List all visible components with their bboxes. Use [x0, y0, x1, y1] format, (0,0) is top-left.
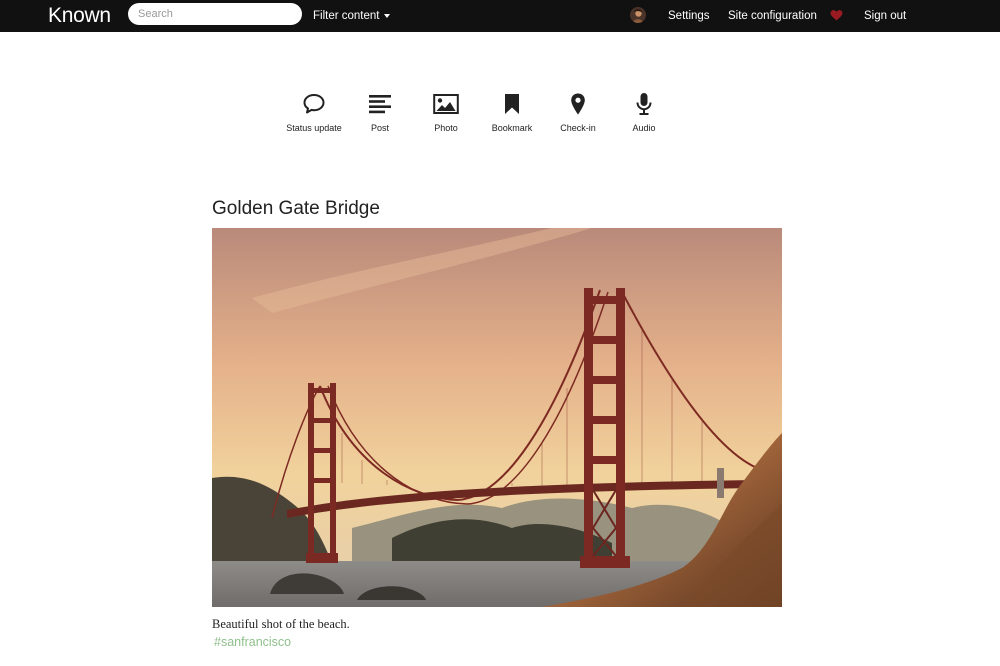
settings-link[interactable]: Settings [668, 9, 710, 23]
search-input[interactable] [128, 3, 302, 25]
align-left-icon [369, 95, 391, 114]
post-button[interactable]: Post [345, 92, 415, 133]
type-label: Check-in [560, 123, 596, 133]
photo-button[interactable]: Photo [411, 92, 481, 133]
avatar[interactable] [630, 7, 646, 23]
golden-gate-bridge-photo [212, 228, 782, 607]
speech-bubble-icon [303, 94, 325, 114]
type-label: Status update [286, 123, 342, 133]
type-label: Post [370, 123, 389, 133]
top-navbar: Known Filter content Settings Site confi… [0, 0, 1000, 32]
check-in-button[interactable]: Check-in [543, 92, 613, 133]
brand-logo[interactable]: Known [48, 3, 111, 29]
hashtag-link[interactable]: #sanfrancisco [214, 634, 291, 650]
status-update-button[interactable]: Status update [279, 92, 349, 133]
type-label: Audio [632, 123, 656, 133]
picture-icon [433, 94, 459, 114]
map-pin-icon [571, 93, 585, 115]
content-type-chooser: Status update Post Photo Bookmark Check-… [280, 92, 680, 142]
sign-out-link[interactable]: Sign out [864, 9, 906, 23]
type-label: Photo [434, 123, 458, 133]
bookmark-button[interactable]: Bookmark [477, 92, 547, 133]
site-configuration-link[interactable]: Site configuration [728, 9, 817, 23]
type-label: Bookmark [491, 123, 533, 133]
filter-content-label: Filter content [313, 10, 380, 22]
caret-down-icon [384, 14, 391, 18]
post-title[interactable]: Golden Gate Bridge [212, 197, 380, 221]
post-caption: Beautiful shot of the beach. [212, 617, 350, 631]
heart-icon[interactable] [830, 9, 843, 22]
post-photo[interactable] [212, 228, 782, 607]
bookmark-icon [505, 94, 519, 114]
filter-content-dropdown[interactable]: Filter content [313, 9, 391, 23]
audio-button[interactable]: Audio [609, 92, 679, 133]
microphone-icon [636, 93, 652, 115]
